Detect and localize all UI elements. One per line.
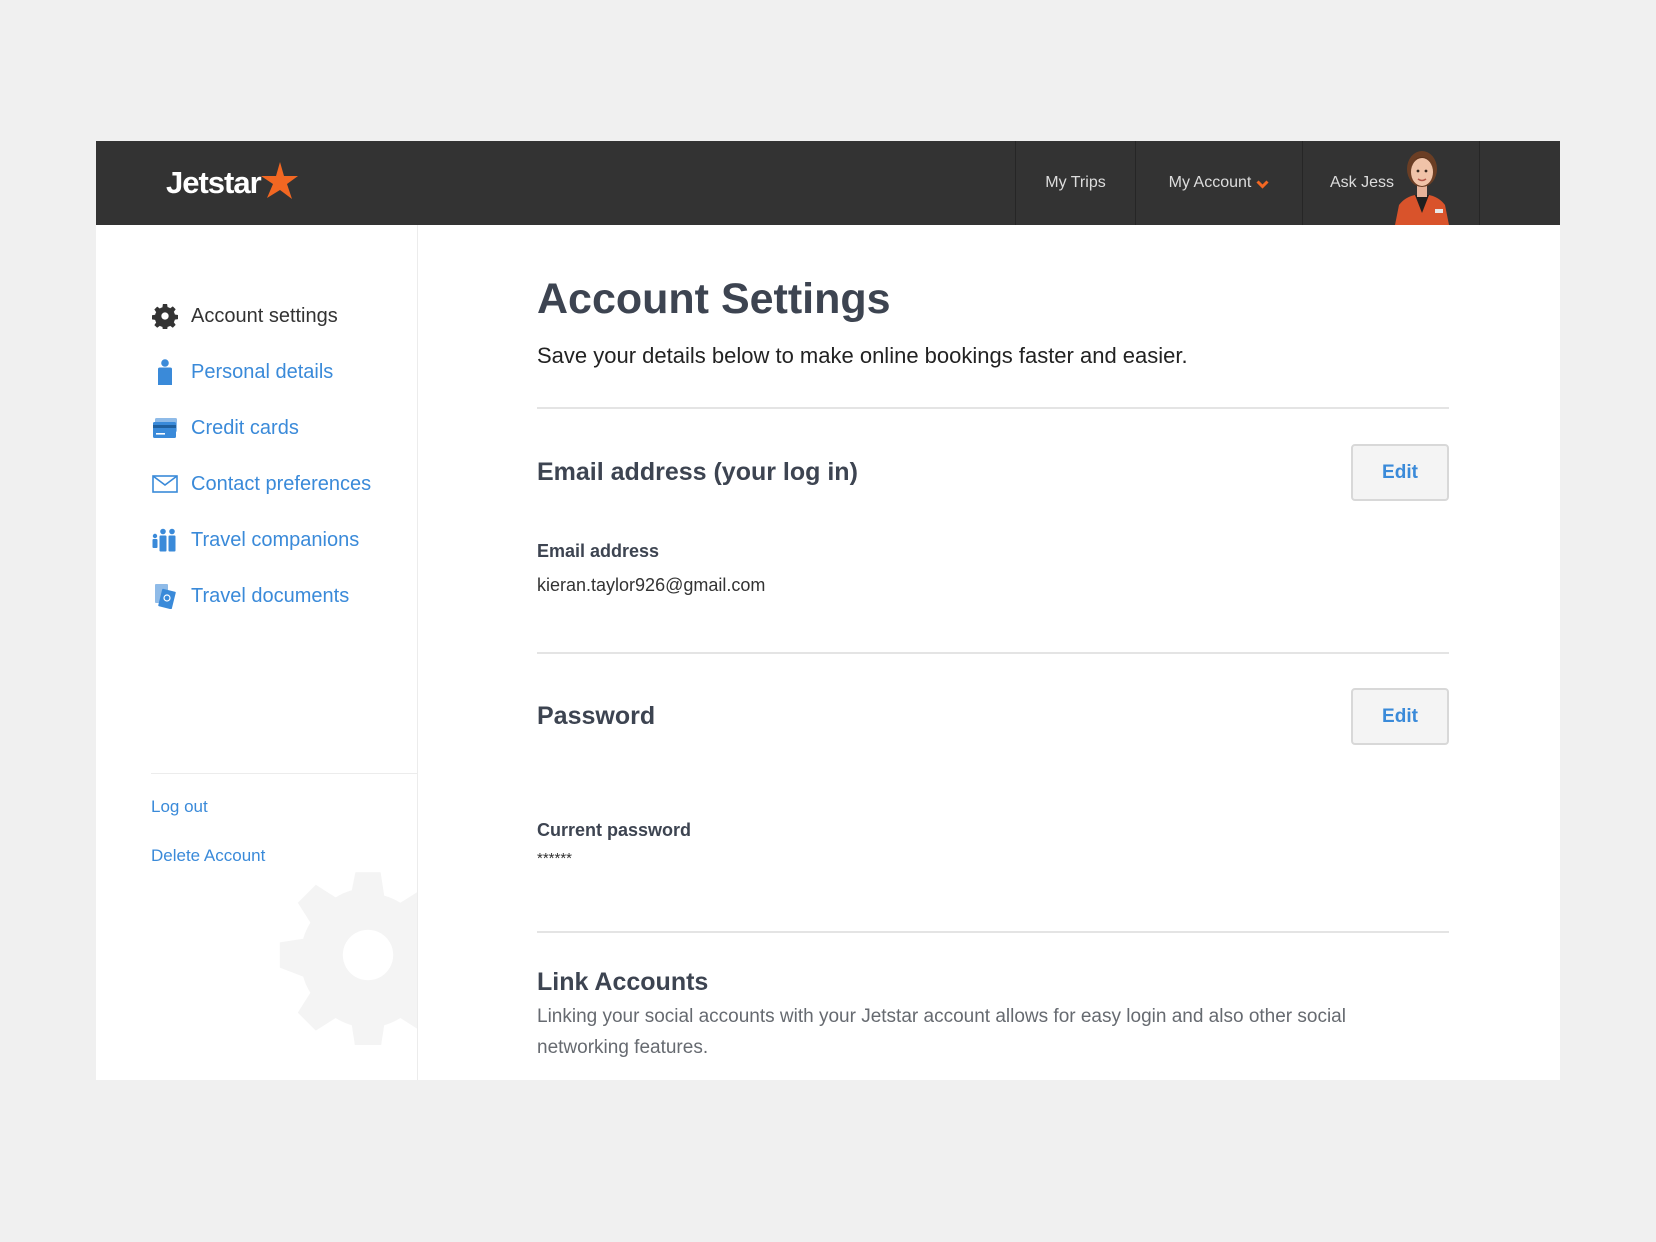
email-field-value: kieran.taylor926@gmail.com [537,575,766,595]
page-subtitle: Save your details below to make online b… [537,343,1188,368]
password-field-value: ****** [537,850,573,867]
sidebar-item-travel-documents[interactable]: Travel documents [151,568,371,624]
logo-text: Jetstar [166,165,262,200]
log-out-link[interactable]: Log out [151,797,265,846]
sidebar-item-label: Personal details [191,360,334,383]
jess-avatar [1395,151,1449,225]
credit-card-icon [151,414,179,442]
background-gear-icon [279,872,417,1045]
sidebar-item-label: Contact preferences [191,472,372,495]
sidebar-item-label: Account settings [191,304,338,327]
nav-ask-jess[interactable]: Ask Jess [1302,141,1480,225]
star-icon [260,162,298,199]
sidebar-account-links: Log out Delete Account [151,797,265,895]
nav-ask-jess-label: Ask Jess [1330,174,1395,191]
passport-icon [151,582,179,610]
chevron-down-icon [1256,180,1269,189]
email-section-title: Email address (your log in) [537,458,858,486]
password-edit-button[interactable]: Edit [1351,688,1449,745]
people-icon [151,526,179,554]
sidebar-item-personal-details[interactable]: Personal details [151,344,371,400]
password-section-title: Password [537,702,656,730]
sidebar-item-label: Travel documents [191,584,350,607]
sidebar-item-account-settings[interactable]: Account settings [151,288,371,344]
section-divider [537,407,1449,409]
email-edit-button[interactable]: Edit [1351,444,1449,501]
gear-icon [151,302,179,330]
section-divider [537,931,1449,933]
nav-my-account-label: My Account [1168,174,1252,191]
section-divider [537,652,1449,654]
nav-my-account[interactable]: My Account [1135,141,1302,225]
nav-my-trips-label: My Trips [1045,174,1106,191]
envelope-icon [151,470,179,498]
sidebar-item-label: Travel companions [191,528,360,551]
top-header: Jetstar My Trips My Account Ask Jess [96,141,1560,225]
email-field-label: Email address [537,541,660,561]
password-field-label: Current password [537,820,692,840]
sidebar: Account settings Personal details Credit… [96,225,418,1080]
top-nav: My Trips My Account Ask Jess [1015,141,1480,225]
link-accounts-title: Link Accounts [537,968,709,996]
sidebar-divider [151,773,417,774]
nav-my-trips[interactable]: My Trips [1015,141,1135,225]
sidebar-menu: Account settings Personal details Credit… [151,288,371,624]
sidebar-item-credit-cards[interactable]: Credit cards [151,400,371,456]
sidebar-item-contact-preferences[interactable]: Contact preferences [151,456,371,512]
page-title: Account Settings [537,275,891,323]
jetstar-logo[interactable]: Jetstar [166,161,299,205]
page-frame: Jetstar My Trips My Account Ask Jess Acc… [96,141,1560,1080]
sidebar-item-label: Credit cards [191,416,299,439]
delete-account-link[interactable]: Delete Account [151,846,265,895]
sidebar-item-travel-companions[interactable]: Travel companions [151,512,371,568]
person-icon [151,358,179,386]
link-accounts-description: Linking your social accounts with your J… [537,1006,1346,1058]
